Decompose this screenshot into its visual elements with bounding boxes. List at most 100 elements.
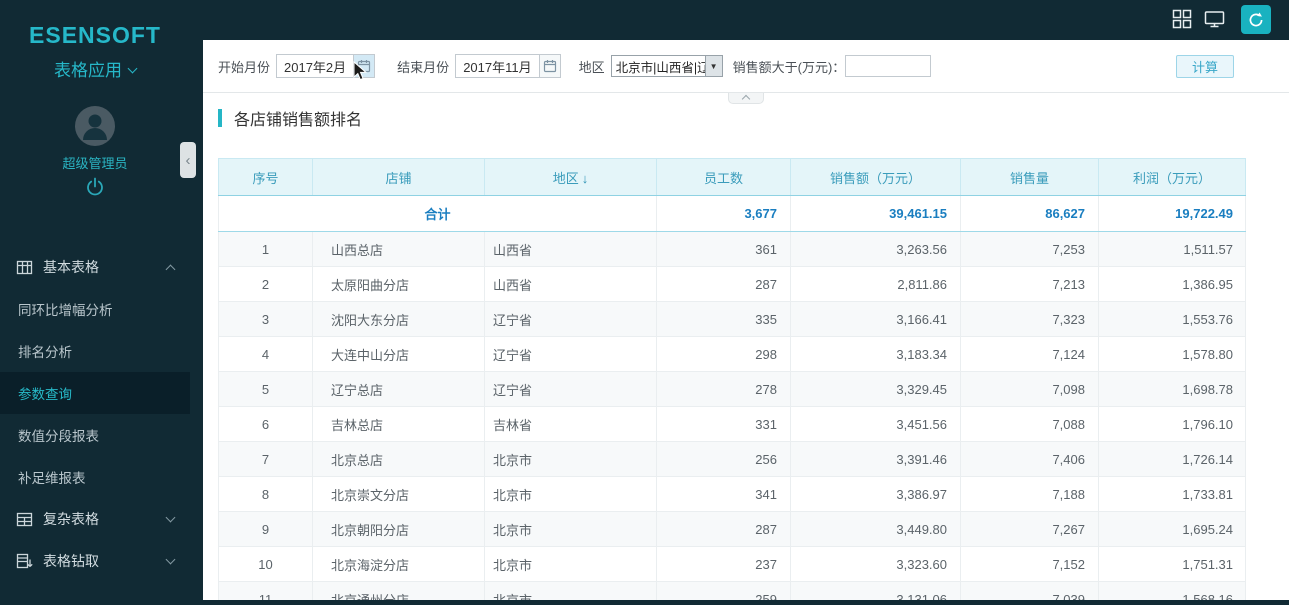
sidebar-item-label: 同环比增幅分析 bbox=[18, 303, 113, 318]
header-index[interactable]: 序号 bbox=[218, 158, 313, 196]
end-month-input[interactable]: 2017年11月 bbox=[455, 54, 561, 78]
table-cell: 6 bbox=[218, 406, 313, 442]
end-month-calendar-button[interactable] bbox=[538, 55, 560, 77]
total-label-cell: 合计 bbox=[218, 195, 657, 232]
screen-icon[interactable] bbox=[1204, 9, 1225, 34]
table-cell: 10 bbox=[218, 546, 313, 582]
dropdown-arrow-icon[interactable]: ▼ bbox=[704, 56, 722, 76]
user-role-label: 超级管理员 bbox=[62, 156, 128, 171]
logout-power-button[interactable] bbox=[0, 176, 190, 198]
table-body: 合计 3,677 39,461.15 86,627 19,722.49 1 山西总… bbox=[218, 195, 1246, 600]
filter-collapse-tab[interactable] bbox=[728, 93, 764, 104]
table-row: 11 北京通州分店 北京市 259 3,131.06 7,039 1,568.16 bbox=[218, 581, 1246, 600]
sales-threshold-input[interactable] bbox=[845, 55, 932, 77]
table-cell: 1,733.81 bbox=[1098, 476, 1246, 512]
table-cell: 278 bbox=[656, 371, 791, 407]
header-region[interactable]: 地区 ↓ bbox=[484, 158, 657, 196]
menu-section-table-drill[interactable]: 表格钻取 bbox=[0, 540, 190, 582]
menu-section-complex-tables[interactable]: 复杂表格 bbox=[0, 498, 190, 540]
sidebar-item-label: 参数查询 bbox=[18, 387, 72, 402]
menu-section-label: 表格钻取 bbox=[43, 553, 99, 569]
region-label: 地区 bbox=[578, 59, 605, 75]
table-row: 4 大连中山分店 辽宁省 298 3,183.34 7,124 1,578.80 bbox=[218, 336, 1246, 372]
table-cell: 7,406 bbox=[960, 441, 1099, 477]
table-cell: 3,183.34 bbox=[790, 336, 961, 372]
header-profit[interactable]: 利润（万元） bbox=[1098, 158, 1246, 196]
start-month-label: 开始月份 bbox=[218, 59, 271, 75]
menu-section-label: 基本表格 bbox=[43, 259, 99, 275]
basic-table-icon bbox=[16, 259, 33, 276]
table-cell: 吉林省 bbox=[484, 406, 657, 442]
table-cell: 3,131.06 bbox=[790, 581, 961, 600]
table-cell: 3,449.80 bbox=[790, 511, 961, 547]
header-volume[interactable]: 销售量 bbox=[960, 158, 1099, 196]
region-select[interactable]: 北京市|山西省|辽 ▼ bbox=[610, 55, 723, 77]
table-row: 10 北京海淀分店 北京市 237 3,323.60 7,152 1,751.31 bbox=[218, 546, 1246, 582]
table-cell: 辽宁省 bbox=[484, 301, 657, 337]
calculate-button[interactable]: 计算 bbox=[1176, 55, 1234, 78]
apps-grid-icon[interactable] bbox=[1172, 9, 1192, 34]
table-cell: 北京朝阳分店 bbox=[312, 511, 485, 547]
title-accent-bar bbox=[218, 109, 222, 127]
table-cell: 4 bbox=[218, 336, 313, 372]
table-cell: 3,391.46 bbox=[790, 441, 961, 477]
table-cell: 1,553.76 bbox=[1098, 301, 1246, 337]
table-cell: 287 bbox=[656, 511, 791, 547]
header-store[interactable]: 店铺 bbox=[312, 158, 485, 196]
sidebar-item-label: 排名分析 bbox=[18, 345, 72, 360]
table-cell: 1,511.57 bbox=[1098, 231, 1246, 267]
table-cell: 北京崇文分店 bbox=[312, 476, 485, 512]
table-cell: 1,386.95 bbox=[1098, 266, 1246, 302]
table-cell: 3,329.45 bbox=[790, 371, 961, 407]
table-cell: 北京市 bbox=[484, 476, 657, 512]
refresh-icon bbox=[1249, 11, 1263, 26]
table-cell: 3,166.41 bbox=[790, 301, 961, 337]
sidebar-item-dimension-report[interactable]: 补足维报表 bbox=[0, 456, 190, 498]
sidebar-item-parameter-query[interactable]: 参数查询 bbox=[0, 372, 190, 414]
table-cell: 9 bbox=[218, 511, 313, 547]
table-cell: 5 bbox=[218, 371, 313, 407]
sidebar-item-rank-analysis[interactable]: 排名分析 bbox=[0, 330, 190, 372]
header-sales[interactable]: 销售额（万元） bbox=[790, 158, 961, 196]
table-cell: 1,698.78 bbox=[1098, 371, 1246, 407]
sidebar-item-segment-report[interactable]: 数值分段报表 bbox=[0, 414, 190, 456]
table-cell: 吉林总店 bbox=[312, 406, 485, 442]
table-cell: 3,263.56 bbox=[790, 231, 961, 267]
sidebar: ESENSOFT 表格应用 超级管理员 基本表格 同环比增幅分析 排名分析 参数… bbox=[0, 0, 190, 605]
table-cell: 北京总店 bbox=[312, 441, 485, 477]
menu-section-basic-tables[interactable]: 基本表格 bbox=[0, 246, 190, 288]
table-cell: 7,039 bbox=[960, 581, 1099, 600]
start-month-calendar-button[interactable] bbox=[353, 55, 375, 77]
table-cell: 298 bbox=[656, 336, 791, 372]
table-cell: 辽宁省 bbox=[484, 371, 657, 407]
chevron-up-icon bbox=[165, 264, 176, 275]
start-month-input[interactable]: 2017年2月 bbox=[276, 54, 376, 78]
table-cell: 北京市 bbox=[484, 441, 657, 477]
table-cell: 沈阳大东分店 bbox=[312, 301, 485, 337]
chevron-down-icon bbox=[165, 554, 176, 564]
filter-bar: 开始月份 2017年2月 结束月份 2017年11月 地区 北京市|山西省|辽 … bbox=[203, 40, 1289, 93]
table-cell: 7,098 bbox=[960, 371, 1099, 407]
table-cell: 7,253 bbox=[960, 231, 1099, 267]
brand-subtitle-label: 表格应用 bbox=[54, 61, 122, 80]
table-cell: 2 bbox=[218, 266, 313, 302]
chevron-down-icon bbox=[127, 63, 138, 74]
chevron-down-icon bbox=[165, 512, 176, 522]
header-employees[interactable]: 员工数 bbox=[656, 158, 791, 196]
total-employees: 3,677 bbox=[656, 195, 791, 232]
sidebar-item-trend-analysis[interactable]: 同环比增幅分析 bbox=[0, 288, 190, 330]
sidebar-collapse-handle[interactable]: ‹ bbox=[180, 142, 196, 178]
table-cell: 1 bbox=[218, 231, 313, 267]
region-select-value: 北京市|山西省|辽 bbox=[615, 60, 705, 75]
refresh-button[interactable] bbox=[1241, 5, 1271, 34]
table-cell: 辽宁总店 bbox=[312, 371, 485, 407]
avatar bbox=[75, 106, 115, 146]
table-total-row: 合计 3,677 39,461.15 86,627 19,722.49 bbox=[218, 195, 1246, 232]
brand-subtitle[interactable]: 表格应用 bbox=[0, 56, 190, 81]
table-cell: 7,323 bbox=[960, 301, 1099, 337]
menu-section-label: 复杂表格 bbox=[43, 511, 99, 527]
table-cell: 341 bbox=[656, 476, 791, 512]
table-row: 7 北京总店 北京市 256 3,391.46 7,406 1,726.14 bbox=[218, 441, 1246, 477]
brand-name: ESENSOFT bbox=[29, 22, 161, 48]
table-cell: 北京通州分店 bbox=[312, 581, 485, 600]
